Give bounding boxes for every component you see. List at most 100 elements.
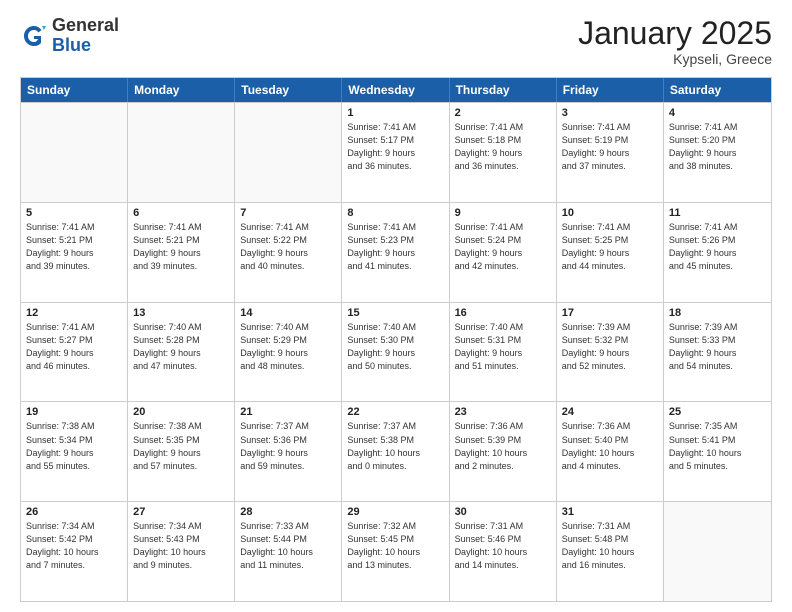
day-info: Sunrise: 7:31 AM Sunset: 5:46 PM Dayligh…: [455, 520, 551, 572]
empty-cell-4-6: [664, 502, 771, 601]
day-cell-8: 8Sunrise: 7:41 AM Sunset: 5:23 PM Daylig…: [342, 203, 449, 302]
empty-cell-0-0: [21, 103, 128, 202]
day-info: Sunrise: 7:34 AM Sunset: 5:43 PM Dayligh…: [133, 520, 229, 572]
day-info: Sunrise: 7:37 AM Sunset: 5:36 PM Dayligh…: [240, 420, 336, 472]
day-cell-7: 7 Sunrise: 7:41 AM Sunset: 5:22 PM Daylig…: [235, 203, 342, 302]
day-number: 7: [240, 207, 336, 219]
day-cell-21: 21 Sunrise: 7:37 AM Sunset: 5:36 PM Dayli…: [235, 402, 342, 501]
day-cell-3: 3 Sunrise: 7:41 AM Sunset: 5:19 PM Daylig…: [557, 103, 664, 202]
day-number: 22: [347, 406, 443, 418]
logo-general-text: General: [52, 15, 119, 35]
day-cell-15: 15Sunrise: 7:40 AM Sunset: 5:30 PM Dayli…: [342, 303, 449, 402]
day-number: 26: [26, 506, 122, 518]
day-cell-11: 11 Sunrise: 7:41 AM Sunset: 5:26 PM Dayli…: [664, 203, 771, 302]
day-number: 15: [347, 307, 443, 319]
day-info: Sunrise: 7:39 AM Sunset: 5:33 PM Dayligh…: [669, 321, 766, 373]
day-cell-18: 18 Sunrise: 7:39 AM Sunset: 5:33 PM Dayli…: [664, 303, 771, 402]
day-number: 4: [669, 107, 766, 119]
day-number: 3: [562, 107, 658, 119]
day-info: Sunrise: 7:41 AM Sunset: 5:25 PM Dayligh…: [562, 221, 658, 273]
calendar: SundayMondayTuesdayWednesdayThursdayFrid…: [20, 77, 772, 602]
day-cell-28: 28Sunrise: 7:33 AM Sunset: 5:44 PM Dayli…: [235, 502, 342, 601]
day-info: Sunrise: 7:35 AM Sunset: 5:41 PM Dayligh…: [669, 420, 766, 472]
day-number: 11: [669, 207, 766, 219]
calendar-header-row: SundayMondayTuesdayWednesdayThursdayFrid…: [21, 78, 771, 102]
day-cell-14: 14 Sunrise: 7:40 AM Sunset: 5:29 PM Dayli…: [235, 303, 342, 402]
day-info: Sunrise: 7:41 AM Sunset: 5:24 PM Dayligh…: [455, 221, 551, 273]
day-cell-30: 30 Sunrise: 7:31 AM Sunset: 5:46 PM Dayli…: [450, 502, 557, 601]
day-number: 28: [240, 506, 336, 518]
day-info: Sunrise: 7:41 AM Sunset: 5:21 PM Dayligh…: [133, 221, 229, 273]
day-info: Sunrise: 7:34 AM Sunset: 5:42 PM Dayligh…: [26, 520, 122, 572]
week-row-2: 5Sunrise: 7:41 AM Sunset: 5:21 PM Daylig…: [21, 202, 771, 302]
day-cell-19: 19Sunrise: 7:38 AM Sunset: 5:34 PM Dayli…: [21, 402, 128, 501]
day-info: Sunrise: 7:41 AM Sunset: 5:20 PM Dayligh…: [669, 121, 766, 173]
day-info: Sunrise: 7:37 AM Sunset: 5:38 PM Dayligh…: [347, 420, 443, 472]
day-number: 17: [562, 307, 658, 319]
title-block: January 2025 Kypseli, Greece: [578, 16, 772, 67]
day-number: 2: [455, 107, 551, 119]
day-info: Sunrise: 7:41 AM Sunset: 5:22 PM Dayligh…: [240, 221, 336, 273]
col-header-sunday: Sunday: [21, 78, 128, 102]
day-info: Sunrise: 7:40 AM Sunset: 5:29 PM Dayligh…: [240, 321, 336, 373]
day-cell-25: 25 Sunrise: 7:35 AM Sunset: 5:41 PM Dayli…: [664, 402, 771, 501]
day-info: Sunrise: 7:36 AM Sunset: 5:39 PM Dayligh…: [455, 420, 551, 472]
day-number: 6: [133, 207, 229, 219]
day-cell-29: 29 Sunrise: 7:32 AM Sunset: 5:45 PM Dayli…: [342, 502, 449, 601]
day-cell-16: 16 Sunrise: 7:40 AM Sunset: 5:31 PM Dayli…: [450, 303, 557, 402]
day-info: Sunrise: 7:41 AM Sunset: 5:19 PM Dayligh…: [562, 121, 658, 173]
empty-cell-0-2: [235, 103, 342, 202]
day-number: 16: [455, 307, 551, 319]
day-info: Sunrise: 7:41 AM Sunset: 5:18 PM Dayligh…: [455, 121, 551, 173]
day-number: 18: [669, 307, 766, 319]
day-info: Sunrise: 7:36 AM Sunset: 5:40 PM Dayligh…: [562, 420, 658, 472]
day-number: 12: [26, 307, 122, 319]
day-cell-31: 31 Sunrise: 7:31 AM Sunset: 5:48 PM Dayli…: [557, 502, 664, 601]
day-number: 31: [562, 506, 658, 518]
day-number: 1: [347, 107, 443, 119]
logo: General Blue: [20, 16, 119, 56]
day-cell-4: 4 Sunrise: 7:41 AM Sunset: 5:20 PM Daylig…: [664, 103, 771, 202]
empty-cell-0-1: [128, 103, 235, 202]
day-number: 14: [240, 307, 336, 319]
day-number: 21: [240, 406, 336, 418]
col-header-tuesday: Tuesday: [235, 78, 342, 102]
day-cell-2: 2 Sunrise: 7:41 AM Sunset: 5:18 PM Daylig…: [450, 103, 557, 202]
day-cell-22: 22 Sunrise: 7:37 AM Sunset: 5:38 PM Dayli…: [342, 402, 449, 501]
day-number: 29: [347, 506, 443, 518]
col-header-friday: Friday: [557, 78, 664, 102]
day-cell-17: 17Sunrise: 7:39 AM Sunset: 5:32 PM Dayli…: [557, 303, 664, 402]
day-info: Sunrise: 7:41 AM Sunset: 5:21 PM Dayligh…: [26, 221, 122, 273]
week-row-4: 19Sunrise: 7:38 AM Sunset: 5:34 PM Dayli…: [21, 401, 771, 501]
col-header-monday: Monday: [128, 78, 235, 102]
day-cell-23: 23Sunrise: 7:36 AM Sunset: 5:39 PM Dayli…: [450, 402, 557, 501]
day-number: 10: [562, 207, 658, 219]
day-info: Sunrise: 7:40 AM Sunset: 5:31 PM Dayligh…: [455, 321, 551, 373]
header: General Blue January 2025 Kypseli, Greec…: [20, 16, 772, 67]
calendar-subtitle: Kypseli, Greece: [578, 51, 772, 67]
day-info: Sunrise: 7:41 AM Sunset: 5:17 PM Dayligh…: [347, 121, 443, 173]
day-number: 27: [133, 506, 229, 518]
week-row-3: 12 Sunrise: 7:41 AM Sunset: 5:27 PM Dayli…: [21, 302, 771, 402]
col-header-thursday: Thursday: [450, 78, 557, 102]
day-info: Sunrise: 7:31 AM Sunset: 5:48 PM Dayligh…: [562, 520, 658, 572]
calendar-title: January 2025: [578, 16, 772, 51]
day-number: 25: [669, 406, 766, 418]
day-cell-26: 26 Sunrise: 7:34 AM Sunset: 5:42 PM Dayli…: [21, 502, 128, 601]
col-header-saturday: Saturday: [664, 78, 771, 102]
day-number: 24: [562, 406, 658, 418]
day-number: 8: [347, 207, 443, 219]
day-number: 30: [455, 506, 551, 518]
day-cell-12: 12 Sunrise: 7:41 AM Sunset: 5:27 PM Dayli…: [21, 303, 128, 402]
day-info: Sunrise: 7:41 AM Sunset: 5:27 PM Dayligh…: [26, 321, 122, 373]
week-row-5: 26 Sunrise: 7:34 AM Sunset: 5:42 PM Dayli…: [21, 501, 771, 601]
day-cell-6: 6 Sunrise: 7:41 AM Sunset: 5:21 PM Daylig…: [128, 203, 235, 302]
day-cell-10: 10 Sunrise: 7:41 AM Sunset: 5:25 PM Dayli…: [557, 203, 664, 302]
day-info: Sunrise: 7:38 AM Sunset: 5:34 PM Dayligh…: [26, 420, 122, 472]
day-info: Sunrise: 7:40 AM Sunset: 5:28 PM Dayligh…: [133, 321, 229, 373]
day-cell-9: 9Sunrise: 7:41 AM Sunset: 5:24 PM Daylig…: [450, 203, 557, 302]
day-info: Sunrise: 7:32 AM Sunset: 5:45 PM Dayligh…: [347, 520, 443, 572]
day-cell-13: 13Sunrise: 7:40 AM Sunset: 5:28 PM Dayli…: [128, 303, 235, 402]
day-info: Sunrise: 7:41 AM Sunset: 5:26 PM Dayligh…: [669, 221, 766, 273]
day-info: Sunrise: 7:38 AM Sunset: 5:35 PM Dayligh…: [133, 420, 229, 472]
